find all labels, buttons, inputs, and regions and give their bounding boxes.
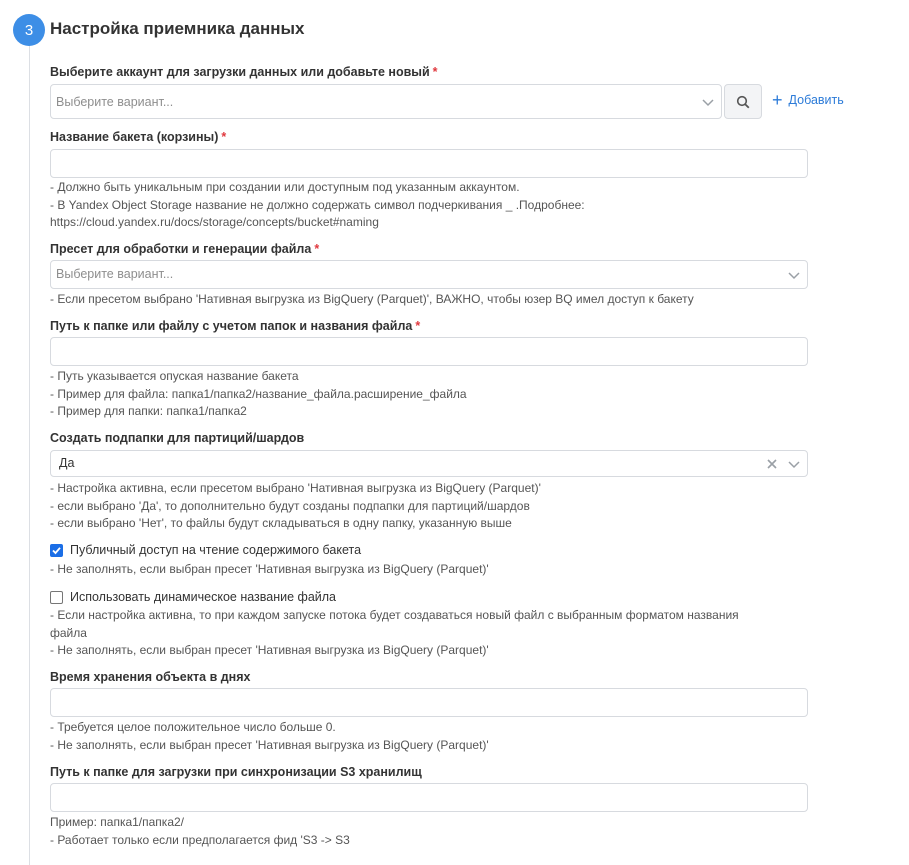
bucket-field: Название бакета (корзины) * - Должно быть… — [50, 129, 850, 229]
preset-select[interactable]: Выберите вариант... — [50, 260, 808, 289]
sync-path-input[interactable] — [50, 783, 808, 812]
hint-line: - Не заполнять, если выбран пресет 'Нати… — [50, 643, 489, 657]
hint-line: - Не заполнять, если выбран пресет 'Нати… — [50, 562, 489, 576]
hint-line: - если выбрано 'Да', то дополнительно бу… — [50, 498, 530, 513]
public-access-label: Публичный доступ на чтение содержимого б… — [70, 543, 362, 557]
dynamic-name-checkbox[interactable] — [50, 590, 63, 604]
bucket-hints: - Должно быть уникальным при создании ил… — [50, 179, 810, 232]
hint-line: - Если пресетом выбрано 'Нативная выгруз… — [50, 292, 694, 306]
public-access-checkbox-row[interactable]: Публичный доступ на чтение содержимого б… — [50, 543, 361, 557]
preset-hints: - Если пресетом выбрано 'Нативная выгруз… — [50, 291, 810, 309]
hint-line: - Если настройка активна, то при каждом … — [50, 608, 739, 622]
retention-input[interactable] — [50, 688, 808, 717]
step-number-badge: 3 — [13, 14, 45, 46]
step-connector-line — [29, 44, 30, 865]
hint-line: - Требуется целое положительное число бо… — [50, 720, 336, 734]
sync-path-label: Путь к папке для загрузки при синхрониза… — [50, 765, 422, 779]
path-field: Путь к папке или файлу с учетом папок и … — [50, 318, 850, 418]
hint-line: https://cloud.yandex.ru/docs/storage/con… — [50, 215, 379, 229]
path-hints: - Путь указывается опуская название баке… — [50, 368, 810, 421]
subfolders-select[interactable]: Да — [50, 450, 808, 477]
hint-line: - Путь указывается опуская название баке… — [50, 369, 299, 383]
chevron-down-icon — [788, 272, 800, 280]
preset-field: Пресет для обработки и генерации файла * … — [50, 241, 850, 306]
hint-line: - Работает только если предполагается фи… — [50, 832, 350, 847]
public-access-hints: - Не заполнять, если выбран пресет 'Нати… — [50, 561, 810, 579]
dynamic-name-label: Использовать динамическое название файла — [70, 590, 336, 604]
hint-line: - В Yandex Object Storage название не до… — [50, 197, 585, 212]
hint-line: - Пример для файла: папка1/папка2/назван… — [50, 386, 467, 401]
account-field: Выберите аккаунт для загрузки данных или… — [50, 64, 850, 119]
bucket-label: Название бакета (корзины) * — [50, 130, 227, 144]
subfolders-hints: - Настройка активна, если пресетом выбра… — [50, 480, 810, 533]
account-select-placeholder: Выберите вариант... — [56, 95, 174, 109]
chevron-down-icon — [702, 99, 714, 107]
hint-line: Пример: папка1/папка2/ — [50, 815, 184, 829]
public-access-checkbox[interactable] — [50, 543, 63, 557]
hint-line: - если выбрано 'Нет', то файлы будут скл… — [50, 516, 512, 530]
chevron-down-icon — [788, 461, 800, 469]
plus-icon: + — [772, 90, 783, 110]
hint-line: - Настройка активна, если пресетом выбра… — [50, 481, 541, 495]
dynamic-name-checkbox-row[interactable]: Использовать динамическое название файла — [50, 590, 336, 604]
account-search-button[interactable] — [724, 84, 762, 119]
hint-line: - Должно быть уникальным при создании ил… — [50, 180, 520, 194]
dynamic-name-hints: - Если настройка активна, то при каждом … — [50, 607, 810, 660]
path-input[interactable] — [50, 337, 808, 366]
search-icon — [736, 95, 750, 108]
sync-path-hints: Пример: папка1/папка2/ - Работает только… — [50, 814, 810, 849]
section-title: Настройка приемника данных — [50, 19, 305, 38]
subfolders-label: Создать подпапки для партиций/шардов — [50, 431, 305, 445]
account-select[interactable]: Выберите вариант... — [50, 84, 722, 119]
add-account-label: Добавить — [788, 93, 844, 107]
checkmark-icon — [52, 546, 61, 554]
clear-icon[interactable] — [765, 457, 779, 471]
account-label: Выберите аккаунт для загрузки данных или… — [50, 65, 438, 79]
retention-hints: - Требуется целое положительное число бо… — [50, 719, 810, 754]
retention-label: Время хранения объекта в днях — [50, 670, 251, 684]
subfolders-select-value: Да — [59, 456, 75, 470]
sync-path-field: Путь к папке для загрузки при синхрониза… — [50, 764, 850, 847]
bucket-input[interactable] — [50, 149, 808, 178]
hint-line: - Не заполнять, если выбран пресет 'Нати… — [50, 737, 489, 752]
preset-label: Пресет для обработки и генерации файла * — [50, 242, 320, 256]
retention-field: Время хранения объекта в днях - Требуетс… — [50, 669, 850, 752]
path-label: Путь к папке или файлу с учетом папок и … — [50, 319, 421, 333]
hint-line: - Пример для папки: папка1/папка2 — [50, 404, 247, 418]
subfolders-field: Создать подпапки для партиций/шардов Да … — [50, 430, 850, 530]
hint-line: файла — [50, 625, 87, 640]
add-account-link[interactable]: + Добавить — [772, 90, 844, 110]
preset-select-placeholder: Выберите вариант... — [56, 267, 174, 281]
